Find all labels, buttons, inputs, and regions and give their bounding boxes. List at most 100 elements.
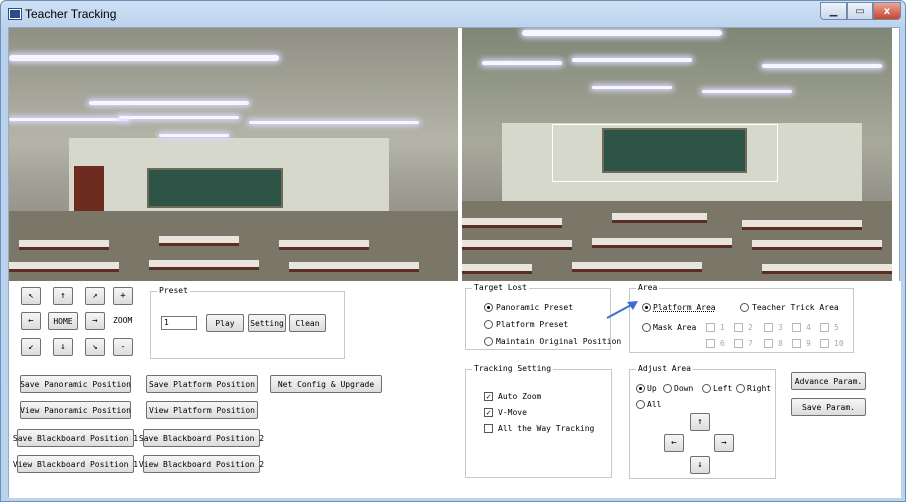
desk — [289, 262, 419, 272]
adjust-down-label: Down — [674, 384, 694, 393]
mask-10-checkbox[interactable] — [820, 339, 829, 348]
v-move-checkbox[interactable]: ✓ — [484, 408, 493, 417]
tracking-box — [552, 124, 778, 182]
mask-3-label: 3 — [778, 323, 783, 332]
ceiling-lamp — [572, 58, 692, 62]
desk — [752, 240, 882, 250]
auto-zoom-label: Auto Zoom — [498, 392, 542, 401]
save-panoramic-button[interactable]: Save Panoramic Position — [20, 375, 131, 393]
advance-param-button[interactable]: Advance Param. — [791, 372, 866, 390]
target-lost-radio-maintain[interactable] — [484, 337, 493, 346]
preset-clean-button[interactable]: Clean — [289, 314, 326, 332]
mask-7-checkbox[interactable] — [734, 339, 743, 348]
ceiling-lamp — [592, 86, 672, 89]
view-blackboard-1-button[interactable]: View Blackboard Position 1 — [13, 455, 138, 473]
mask-6-label: 6 — [720, 339, 725, 348]
ceiling-lamp — [249, 121, 419, 124]
mask-6-checkbox[interactable] — [706, 339, 715, 348]
tracking-video[interactable] — [462, 28, 892, 281]
adjust-left-button[interactable]: ← — [664, 434, 684, 452]
preset-setting-button[interactable]: Setting — [248, 314, 286, 332]
minimize-icon: ▁ — [829, 5, 838, 17]
ptz-right-button[interactable]: → — [85, 312, 105, 330]
desk — [462, 264, 532, 274]
adjust-right-button[interactable]: → — [714, 434, 734, 452]
adjust-down-button[interactable]: ↓ — [690, 456, 710, 474]
maximize-icon: ▭ — [855, 5, 865, 17]
adjust-down-radio[interactable] — [663, 384, 672, 393]
desk — [462, 218, 562, 228]
ceiling-lamp — [482, 61, 562, 65]
minimize-button[interactable]: ▁ — [820, 2, 847, 20]
desk — [592, 238, 732, 248]
ceiling-lamp — [89, 101, 249, 105]
ptz-down-right-button[interactable]: ↘ — [85, 338, 105, 356]
preset-group: Preset 1 Play Setting Clean — [150, 286, 345, 359]
view-platform-button[interactable]: View Platform Position — [146, 401, 258, 419]
area-group: Area Platform Area Teacher Trick Area Ma… — [629, 283, 854, 353]
desk — [19, 240, 109, 250]
maximize-button[interactable]: ▭ — [847, 2, 873, 20]
preset-number-input[interactable]: 1 — [161, 316, 197, 330]
zoom-in-button[interactable]: + — [113, 287, 133, 305]
adjust-all-radio[interactable] — [636, 400, 645, 409]
pointer-arrow-icon — [606, 301, 638, 319]
all-way-tracking-label: All the Way Tracking — [498, 424, 595, 433]
app-icon — [9, 9, 21, 19]
save-blackboard-2-button[interactable]: Save Blackboard Position 2 — [139, 429, 264, 447]
mask-10-label: 10 — [834, 339, 844, 348]
view-blackboard-2-button[interactable]: View Blackboard Position 2 — [139, 455, 264, 473]
ceiling-lamp — [522, 30, 722, 36]
net-config-button[interactable]: Net Config & Upgrade — [270, 375, 382, 393]
target-lost-group: Target Lost Panoramic Preset Platform Pr… — [465, 283, 621, 350]
mask-area-radio[interactable] — [642, 323, 651, 332]
title-bar[interactable]: Teacher Tracking ▁ ▭ x — [1, 1, 905, 27]
adjust-left-radio[interactable] — [702, 384, 711, 393]
tracking-setting-group: Tracking Setting ✓ Auto Zoom ✓ V-Move Al… — [465, 364, 612, 478]
ptz-up-right-button[interactable]: ↗ — [85, 287, 105, 305]
desk — [149, 260, 259, 270]
mask-5-checkbox[interactable] — [820, 323, 829, 332]
all-way-tracking-checkbox[interactable] — [484, 424, 493, 433]
mask-7-label: 7 — [748, 339, 753, 348]
ptz-down-left-button[interactable]: ↙ — [21, 338, 41, 356]
mask-3-checkbox[interactable] — [764, 323, 773, 332]
target-lost-radio-panoramic[interactable] — [484, 303, 493, 312]
ptz-left-button[interactable]: ← — [21, 312, 41, 330]
close-button[interactable]: x — [873, 2, 901, 20]
adjust-left-label: Left — [713, 384, 733, 393]
save-platform-button[interactable]: Save Platform Position — [146, 375, 258, 393]
platform-area-radio[interactable] — [642, 303, 651, 312]
adjust-right-label: Right — [747, 384, 772, 393]
ceiling-lamp — [159, 134, 229, 137]
target-lost-radio-platform[interactable] — [484, 320, 493, 329]
adjust-right-radio[interactable] — [736, 384, 745, 393]
preset-play-button[interactable]: Play — [206, 314, 244, 332]
adjust-up-button[interactable]: ↑ — [690, 413, 710, 431]
ceiling-lamp — [702, 90, 792, 93]
preset-legend: Preset — [157, 286, 190, 295]
mask-4-checkbox[interactable] — [792, 323, 801, 332]
mask-9-checkbox[interactable] — [792, 339, 801, 348]
view-panoramic-button[interactable]: View Panoramic Position — [20, 401, 131, 419]
ptz-up-left-button[interactable]: ↖ — [21, 287, 41, 305]
panoramic-video[interactable] — [9, 28, 458, 281]
mask-2-checkbox[interactable] — [734, 323, 743, 332]
desk — [462, 240, 572, 250]
auto-zoom-checkbox[interactable]: ✓ — [484, 392, 493, 401]
adjust-area-legend: Adjust Area — [636, 364, 693, 373]
ptz-up-button[interactable]: ↑ — [53, 287, 73, 305]
save-param-button[interactable]: Save Param. — [791, 398, 866, 416]
ceiling-lamp — [119, 116, 239, 119]
ptz-home-button[interactable]: HOME — [48, 312, 78, 330]
zoom-out-button[interactable]: - — [113, 338, 133, 356]
mask-8-checkbox[interactable] — [764, 339, 773, 348]
adjust-up-radio[interactable] — [636, 384, 645, 393]
mask-1-checkbox[interactable] — [706, 323, 715, 332]
ptz-down-button[interactable]: ↓ — [53, 338, 73, 356]
target-lost-label-platform: Platform Preset — [496, 320, 569, 329]
save-blackboard-1-button[interactable]: Save Blackboard Position 1 — [13, 429, 138, 447]
mask-4-label: 4 — [806, 323, 811, 332]
desk — [762, 264, 892, 274]
teacher-trick-area-radio[interactable] — [740, 303, 749, 312]
